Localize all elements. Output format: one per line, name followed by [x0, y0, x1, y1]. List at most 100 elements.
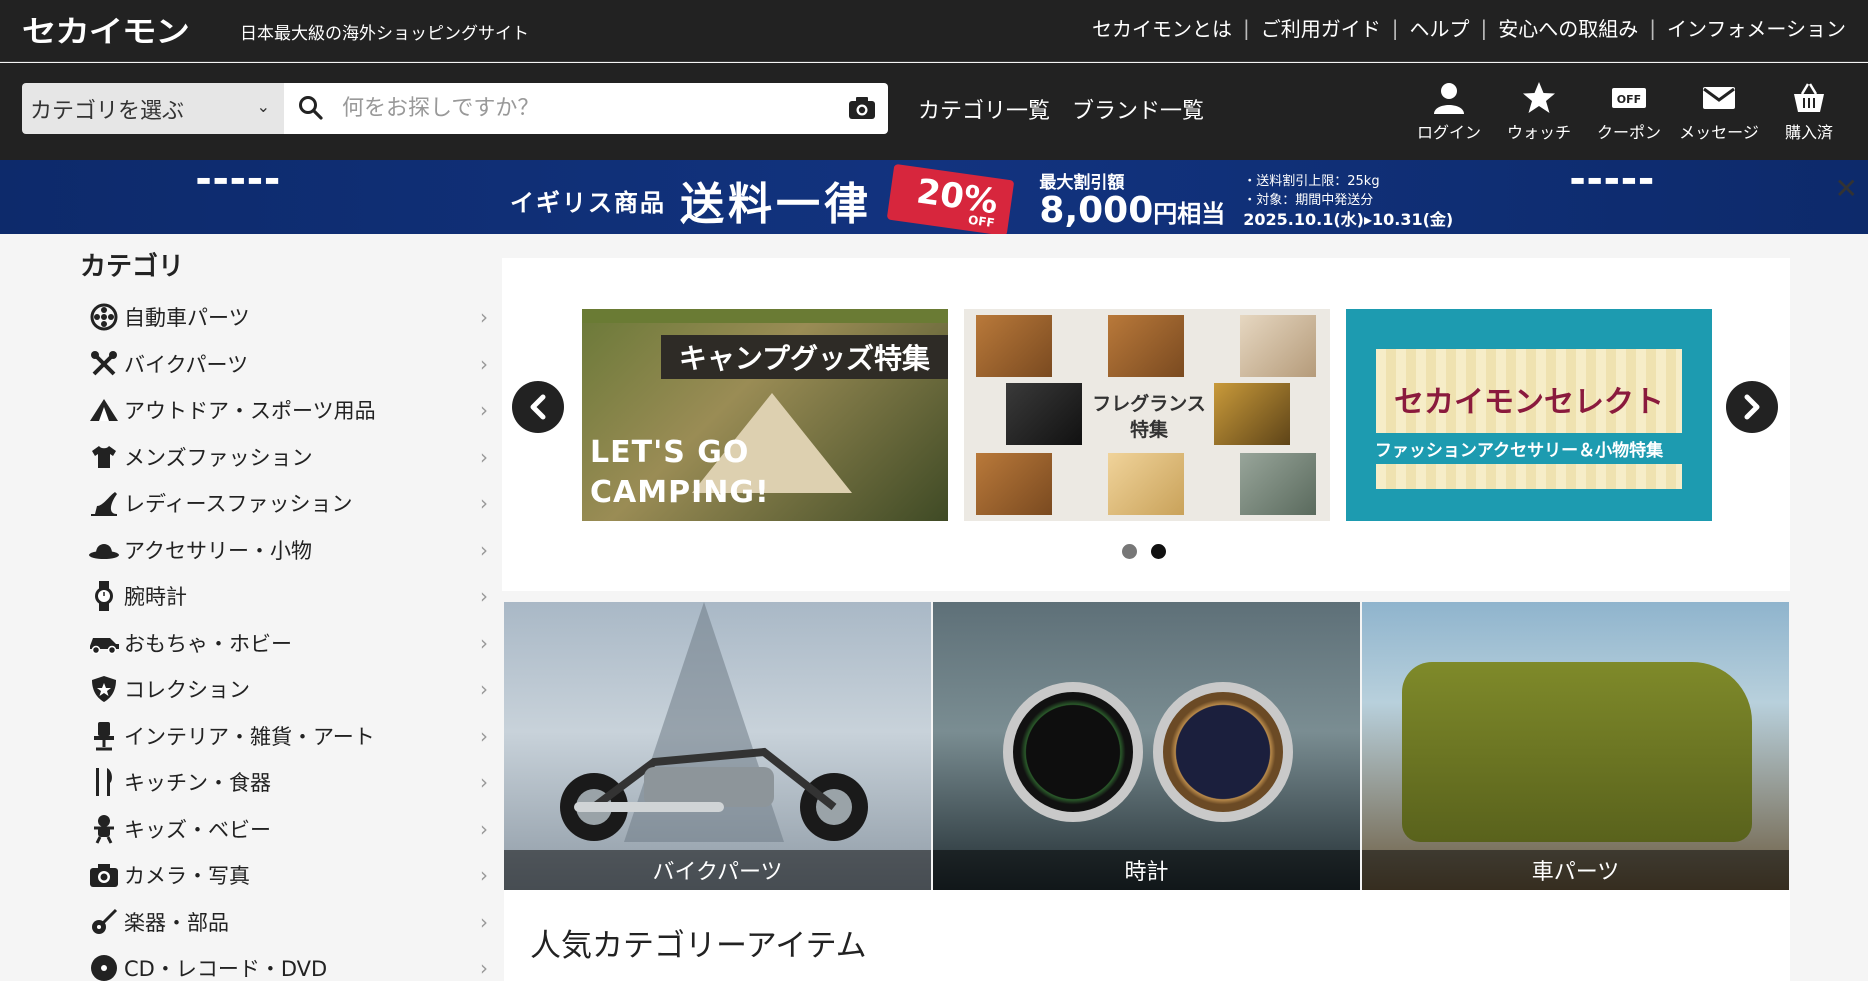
- slide-text: LET'S GO CAMPING!: [590, 435, 770, 510]
- discount-tag: 20% OFF: [886, 163, 1015, 234]
- fragrance-photo: [1240, 315, 1316, 377]
- carousel-slide-camping[interactable]: キャンプグッズ特集 LET'S GO CAMPING!: [582, 309, 948, 521]
- camera-icon: [88, 859, 120, 891]
- carousel-prev-button[interactable]: [512, 381, 564, 433]
- sidebar-item-label: レディースファッション: [124, 492, 353, 517]
- chevron-right-icon: ›: [480, 305, 488, 329]
- search-box: [284, 83, 888, 134]
- chevron-right-icon: ›: [480, 816, 488, 841]
- uk-flags-left: ▬▬▬▬▬: [196, 170, 282, 189]
- search-input[interactable]: [342, 91, 822, 125]
- banner-notes: ・送料割引上限：25kg ・対象：期間中発送分 2025.10.1(水)▸10.…: [1243, 172, 1453, 229]
- site-logo[interactable]: セカイモン: [22, 12, 190, 50]
- watch-button[interactable]: ウォッチ: [1494, 81, 1584, 143]
- feature-label: 車パーツ: [1362, 850, 1789, 890]
- uk-flags-right: ▬▬▬▬▬: [1570, 170, 1656, 189]
- feature-tile-watches[interactable]: 時計: [933, 602, 1360, 890]
- slide-panel: セカイモンセレクト: [1376, 349, 1682, 489]
- sidebar-item-label: CD・レコード・DVD: [124, 957, 328, 981]
- nav-help[interactable]: ヘルプ: [1410, 13, 1470, 42]
- sidebar-item-kids[interactable]: キッズ・ベビー ›: [88, 806, 488, 853]
- disc-icon: [88, 952, 120, 981]
- banner-dates: 2025.10.1(水)▸10.31(金): [1243, 209, 1454, 229]
- sidebar-item-label: 自動車パーツ: [124, 306, 250, 331]
- chevron-right-icon: ›: [480, 444, 488, 469]
- sidebar-item-car-parts[interactable]: 自動車パーツ ›: [88, 294, 488, 341]
- sidebar-item-kitchen[interactable]: キッチン・食器 ›: [88, 759, 488, 806]
- heel-icon: [88, 487, 120, 519]
- feature-label: 時計: [933, 850, 1360, 890]
- feature-carousel-panel: キャンプグッズ特集 LET'S GO CAMPING! フレグランス特集 セカイ…: [502, 258, 1790, 591]
- carousel-slide-fragrance[interactable]: フレグランス特集: [964, 309, 1330, 521]
- feature-tile-bike-parts[interactable]: バイクパーツ: [504, 602, 931, 890]
- sidebar-item-toys[interactable]: おもちゃ・ホビー ›: [88, 620, 488, 667]
- popular-section: 人気カテゴリーアイテム: [504, 890, 1790, 981]
- carousel-slide-select[interactable]: セカイモンセレクト ファッションアクセサリー＆小物特集: [1346, 309, 1712, 521]
- chevron-right-icon: ›: [480, 956, 488, 980]
- login-button[interactable]: ログイン: [1404, 81, 1494, 143]
- category-select[interactable]: カテゴリを選ぶ ⌄: [22, 83, 284, 134]
- slide-subtitle: ファッションアクセサリー＆小物特集: [1356, 433, 1682, 464]
- chevron-right-icon: ›: [480, 863, 488, 887]
- fragrance-photo: [976, 453, 1052, 515]
- sidebar-item-label: インテリア・雑貨・アート: [124, 724, 375, 749]
- chevron-left-icon: [530, 394, 546, 420]
- promo-banner[interactable]: ▬▬▬▬▬ ▬▬▬▬▬ イギリス商品 送料一律 20% OFF 最大割引額 8,…: [0, 160, 1868, 234]
- chevron-right-icon: ›: [480, 398, 488, 422]
- camera-search-icon[interactable]: [848, 95, 876, 125]
- wheel-icon: [88, 301, 120, 333]
- purchased-button[interactable]: 購入済: [1764, 81, 1854, 143]
- sidebar-item-label: キッチン・食器: [124, 771, 271, 796]
- sidebar-item-accessories[interactable]: アクセサリー・小物 ›: [88, 527, 488, 574]
- logo-text[interactable]: セカイモン: [22, 7, 190, 51]
- sidebar-item-collection[interactable]: コレクション ›: [88, 666, 488, 713]
- carousel-dot[interactable]: [1122, 544, 1137, 559]
- featured-categories: バイクパーツ 時計 車パーツ: [504, 602, 1790, 890]
- chevron-right-icon: [1744, 394, 1760, 420]
- basket-icon: [1794, 83, 1824, 112]
- max-discount-value: 8,000: [1039, 190, 1154, 231]
- toy-car-icon: [88, 627, 120, 659]
- feature-tile-car-parts[interactable]: 車パーツ: [1362, 602, 1789, 890]
- sidebar-item-watches[interactable]: 腕時計 ›: [88, 573, 488, 620]
- nav-safety[interactable]: 安心への取組み: [1498, 13, 1638, 42]
- chevron-right-icon: ›: [480, 770, 488, 794]
- top-nav: セカイモンとは | ご利用ガイド | ヘルプ | 安心への取組み | インフォメ…: [1092, 13, 1846, 42]
- guitar-icon: [88, 906, 120, 938]
- sidebar-item-instruments[interactable]: 楽器・部品 ›: [88, 899, 488, 946]
- fork-knife-icon: [88, 766, 120, 798]
- chevron-right-icon: ›: [480, 537, 488, 562]
- nav-information[interactable]: インフォメーション: [1667, 13, 1846, 42]
- sidebar-title: カテゴリ: [80, 252, 185, 282]
- sidebar-item-bike-parts[interactable]: バイクパーツ ›: [88, 341, 488, 388]
- nav-guide[interactable]: ご利用ガイド: [1261, 13, 1381, 42]
- sidebar-item-camera[interactable]: カメラ・写真 ›: [88, 852, 488, 899]
- fragrance-photo: [1108, 453, 1184, 515]
- category-list-link[interactable]: カテゴリ一覧: [918, 93, 1050, 125]
- message-button[interactable]: メッセージ: [1674, 81, 1764, 143]
- user-icons: ログイン ウォッチ OFF クーポン メッセージ 購入済: [1404, 81, 1854, 143]
- purchased-label: 購入済: [1784, 123, 1833, 142]
- max-discount: 最大割引額 8,000円相当: [1039, 168, 1225, 232]
- slide-title: セカイモンセレクト: [1394, 385, 1664, 420]
- sidebar-item-label: アクセサリー・小物: [124, 538, 312, 563]
- fragrance-photo: [976, 315, 1052, 377]
- sidebar-item-outdoor[interactable]: アウトドア・スポーツ用品 ›: [88, 387, 488, 434]
- sidebar-item-label: アウトドア・スポーツ用品: [124, 399, 376, 424]
- sidebar-item-interior[interactable]: インテリア・雑貨・アート ›: [88, 713, 488, 760]
- nav-about[interactable]: セカイモンとは: [1092, 13, 1232, 42]
- feature-label: バイクパーツ: [504, 850, 931, 890]
- banner-note-target: ・対象：期間中発送分: [1243, 192, 1374, 208]
- carousel-next-button[interactable]: [1726, 381, 1778, 433]
- coupon-button[interactable]: OFF クーポン: [1584, 81, 1674, 143]
- brand-list-link[interactable]: ブランド一覧: [1072, 93, 1204, 125]
- sidebar-item-ladies-fashion[interactable]: レディースファッション ›: [88, 480, 488, 527]
- nav-separator: |: [1649, 15, 1656, 40]
- sidebar-item-mens-fashion[interactable]: メンズファッション ›: [88, 434, 488, 481]
- chevron-down-icon: ⌄: [256, 97, 270, 116]
- close-icon[interactable]: ✕: [1835, 172, 1858, 205]
- sidebar-item-cd-records[interactable]: CD・レコード・DVD ›: [88, 945, 488, 981]
- carousel-dot-active[interactable]: [1151, 544, 1166, 559]
- search-icon[interactable]: [298, 95, 324, 125]
- tshirt-icon: [88, 441, 120, 473]
